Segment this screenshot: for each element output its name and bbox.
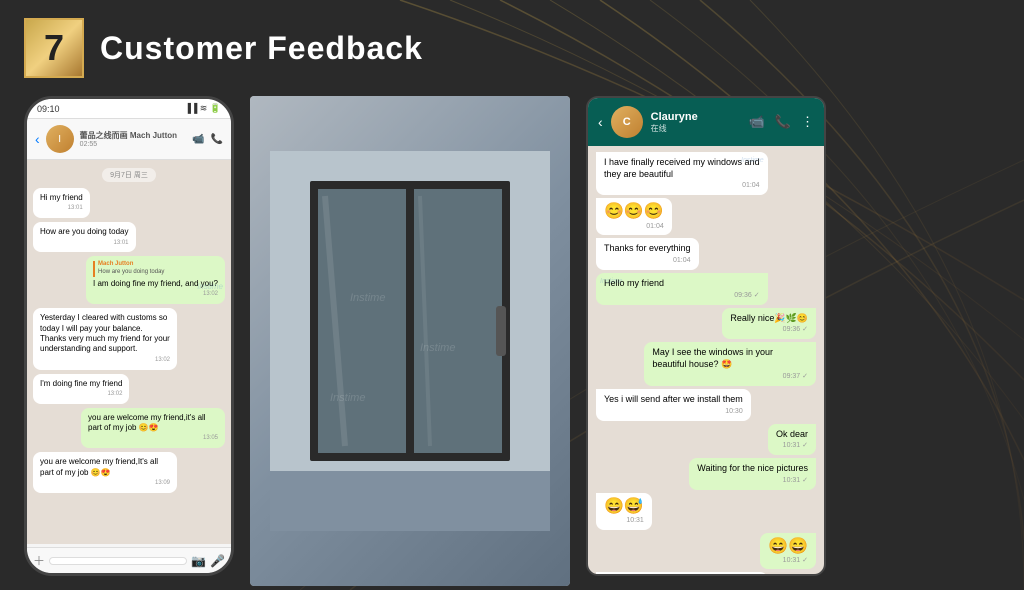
window-product-display: Instime Instime Instime: [250, 96, 570, 586]
wa-msg-received-windows: I have finally received my windows and t…: [596, 152, 768, 195]
msg-welcome: you are welcome my friend,it's all part …: [81, 408, 225, 449]
camera-icon[interactable]: 📷: [191, 554, 206, 568]
wa-header[interactable]: ‹ C Clauryne 在线 📹 📞 ⋮: [588, 98, 824, 146]
wa-messages-container: I have finally received my windows and t…: [588, 146, 824, 574]
contact-name: 蕾品之线而画 Mach Jutton: [80, 130, 186, 141]
svg-text:Instime: Instime: [350, 292, 385, 304]
wa-msg-emoji-1: 😊😊😊 01:04: [596, 198, 672, 235]
msg-doing-fine: I'm doing fine my friend 13:02: [33, 374, 129, 404]
msg-welcome-received: you are welcome my friend,It's all part …: [33, 452, 177, 493]
phone-time: 09:10: [37, 104, 60, 114]
mic-icon[interactable]: 🎤: [210, 554, 225, 568]
left-phone-mockup: 09:10 ▐▐ ≋ 🔋 ‹ I 蕾品之线而画 Mach Jutton 02:5…: [24, 96, 234, 576]
wa-header-icons[interactable]: 📹 📞 ⋮: [749, 114, 814, 130]
contact-avatar: I: [46, 125, 74, 153]
msg-hi-my-friend: Hi my friend 13:01: [33, 188, 90, 218]
wa-msg-quality-perfect: I must tell you that the quality is perf…: [596, 572, 768, 574]
phone-indicators: ▐▐ ≋ 🔋: [184, 103, 221, 114]
wa-back-icon[interactable]: ‹: [598, 114, 603, 130]
wa-contact-info: Clauryne 在线: [651, 111, 741, 134]
video-call-icon[interactable]: 📹: [192, 134, 204, 145]
back-arrow-icon[interactable]: ‹: [35, 131, 40, 147]
panels-container: 09:10 ▐▐ ≋ 🔋 ‹ I 蕾品之线而画 Mach Jutton 02:5…: [24, 96, 1000, 586]
wa-msg-hello-friend: Hello my friend 09:36 ✓ Instime: [596, 273, 768, 305]
left-messages-container: 9月7日 周三 Hi my friend 13:01 How are you d…: [27, 160, 231, 544]
instime-watermark-wa2: Instime: [600, 277, 623, 286]
page-header: 7 Customer Feedback: [24, 18, 1000, 78]
phone-status-bar: 09:10 ▐▐ ≋ 🔋: [27, 99, 231, 119]
svg-text:Instime: Instime: [420, 342, 455, 354]
wa-msg-waiting-pictures: Waiting for the nice pictures 10:31 ✓: [689, 458, 816, 490]
product-image-panel: Instime Instime Instime: [250, 96, 570, 586]
right-phone-mockup: ‹ C Clauryne 在线 📹 📞 ⋮ I have finally rec: [586, 96, 826, 576]
wa-msg-wrapper-1: I have finally received my windows and t…: [596, 152, 816, 195]
wa-msg-really-nice: Really nice🎉🌿😊 09:36 ✓: [722, 308, 816, 340]
wa-more-icon[interactable]: ⋮: [801, 114, 814, 130]
wa-msg-emoji-3: 😄😄 10:31 ✓: [760, 533, 816, 570]
wa-call-icon[interactable]: 📞: [775, 114, 791, 130]
plus-icon[interactable]: ＋: [33, 552, 45, 569]
wa-msg-yes-install: Yes i will send after we install them 10…: [596, 389, 751, 421]
wa-contact-avatar: C: [611, 106, 643, 138]
message-input[interactable]: [49, 557, 187, 565]
svg-text:Instime: Instime: [330, 392, 365, 404]
wa-video-icon[interactable]: 📹: [749, 114, 765, 130]
date-divider: 9月7日 周三: [102, 168, 156, 182]
wa-msg-may-i-see: May I see the windows in your beautiful …: [644, 342, 816, 385]
chat-action-icons[interactable]: 📹 📞: [192, 134, 223, 145]
msg-how-are-you: How are you doing today 13:01: [33, 222, 136, 252]
contact-sub: 02:55: [80, 141, 186, 148]
left-phone-bottom-bar[interactable]: ＋ 📷 🎤: [27, 547, 231, 573]
wa-contact-status: 在线: [651, 123, 741, 134]
wa-msg-thanks-everything: Thanks for everything 01:04: [596, 238, 699, 270]
wa-msg-wrapper-2: Hello my friend 09:36 ✓ Instime: [596, 273, 816, 305]
page-title: Customer Feedback: [100, 30, 423, 67]
wa-msg-ok-dear: Ok dear 10:31 ✓: [768, 424, 816, 456]
wa-contact-name: Clauryne: [651, 111, 741, 123]
contact-name-block: 蕾品之线而画 Mach Jutton 02:55: [80, 130, 186, 148]
wa-msg-emoji-2: 😄😅 10:31: [596, 493, 652, 530]
msg-sent-quote1: Mach JuttonHow are you doing today I am …: [86, 256, 225, 304]
instime-watermark-wa1: Instime: [741, 156, 764, 165]
left-chat-header[interactable]: ‹ I 蕾品之线而画 Mach Jutton 02:55 📹 📞: [27, 119, 231, 160]
section-number: 7: [44, 27, 64, 69]
call-icon[interactable]: 📞: [211, 134, 223, 145]
section-number-badge: 7: [24, 18, 84, 78]
msg-cleared-customs: Yesterday I cleared with customs so toda…: [33, 308, 177, 369]
